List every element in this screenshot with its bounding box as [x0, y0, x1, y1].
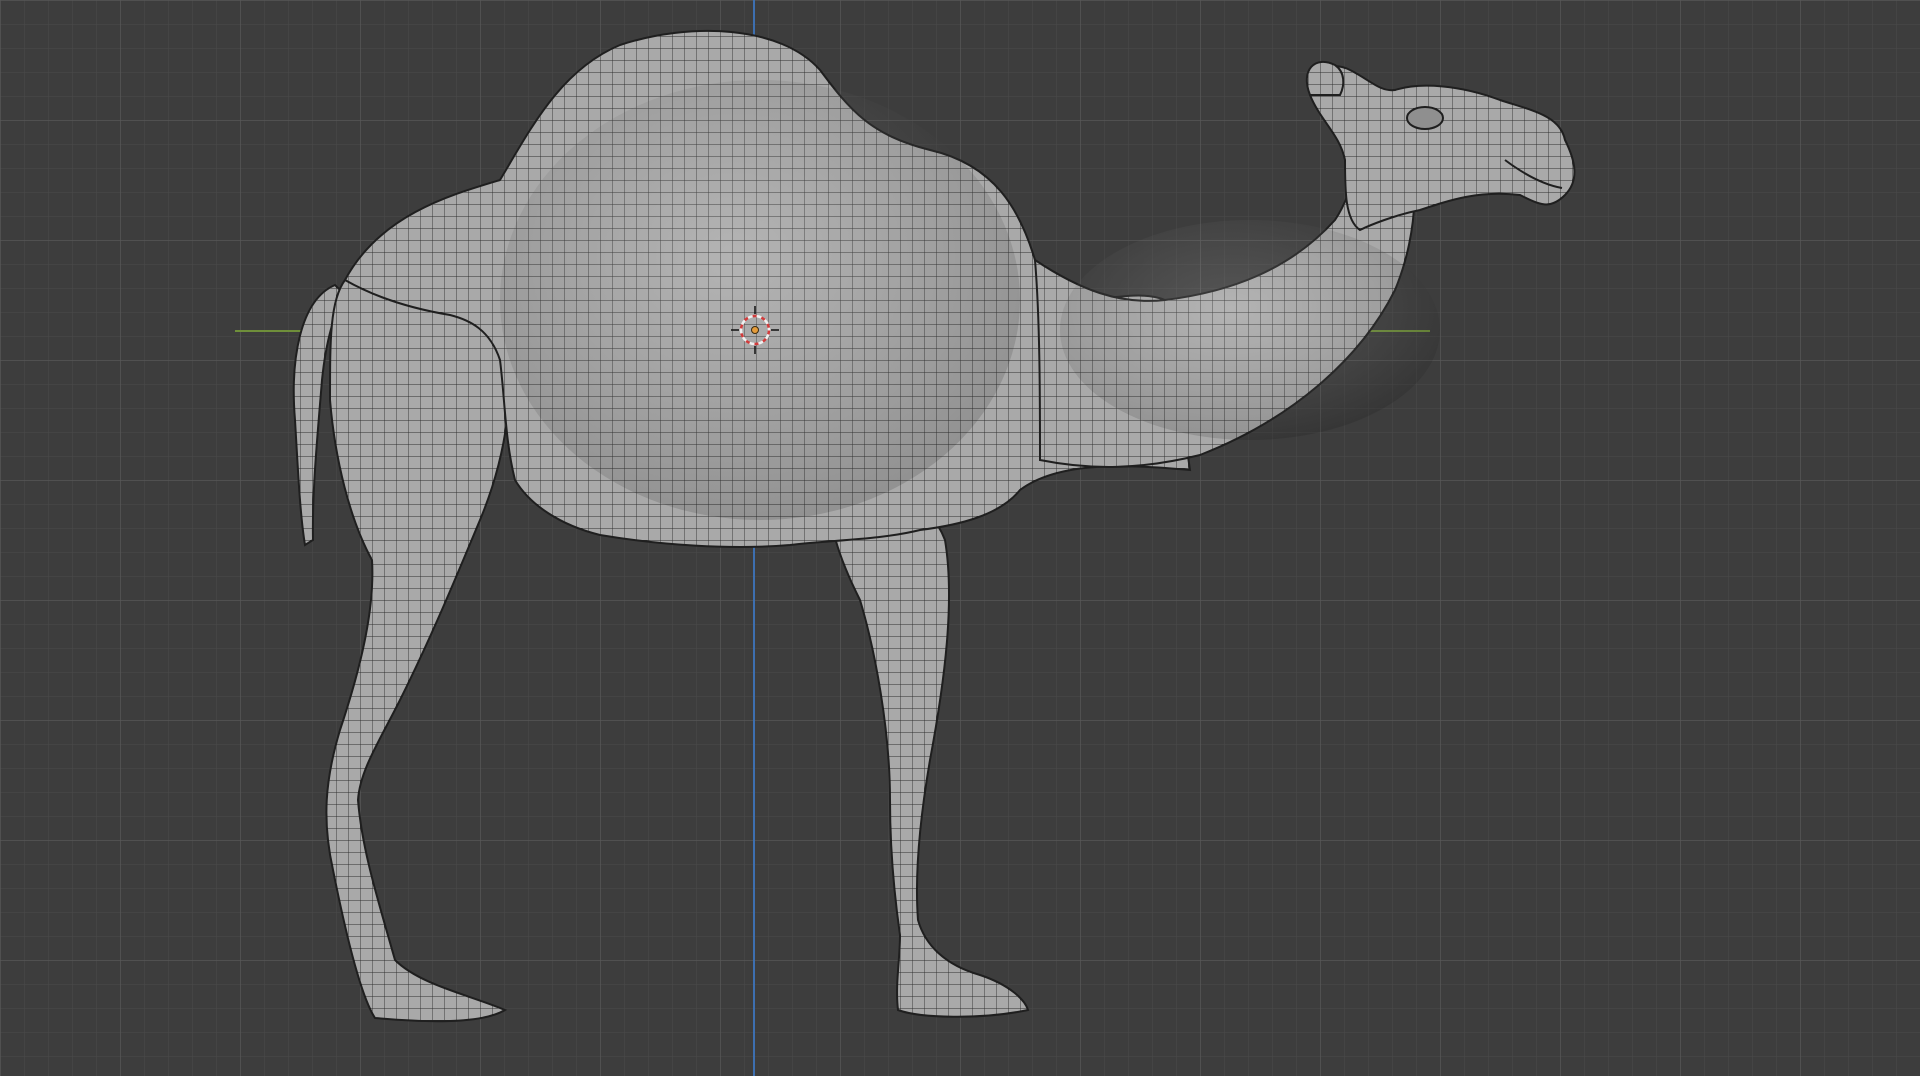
- 3d-viewport[interactable]: [0, 0, 1920, 1076]
- camel-eye: [1406, 106, 1444, 130]
- camel-ear: [1305, 60, 1345, 96]
- viewport-canvas[interactable]: [0, 0, 1920, 1076]
